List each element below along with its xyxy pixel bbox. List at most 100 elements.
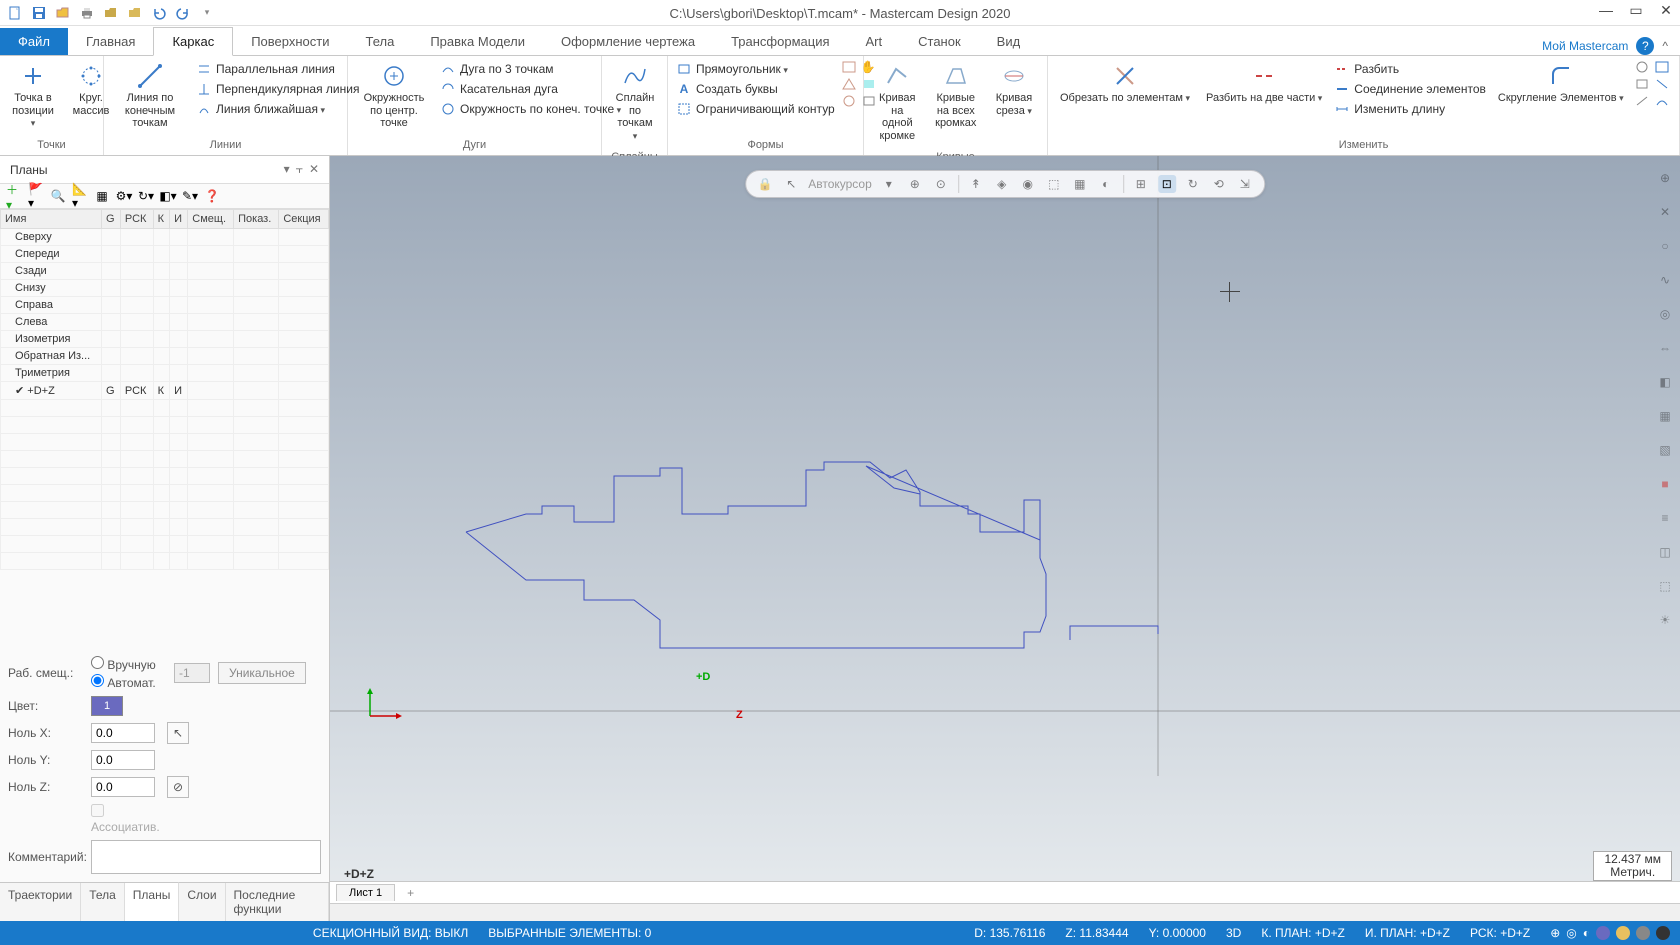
shape-opt3-icon[interactable] bbox=[841, 94, 857, 108]
maximize-button[interactable]: ▭ bbox=[1628, 2, 1644, 18]
color-swatch[interactable]: 1 bbox=[91, 696, 123, 716]
status-cplane[interactable]: К. ПЛАН: +D+Z bbox=[1261, 926, 1345, 940]
vs-i8-icon[interactable]: ▦ bbox=[1653, 404, 1677, 428]
vs-i1-icon[interactable]: ⊕ bbox=[1653, 166, 1677, 190]
tb-flag-icon[interactable]: 🚩▾ bbox=[28, 188, 44, 204]
vs-i13-icon[interactable]: ⬚ bbox=[1653, 574, 1677, 598]
curve-one-edge-button[interactable]: Кривая на одной кромке bbox=[870, 60, 925, 145]
table-row[interactable]: ✔ +D+ZGРСККИ bbox=[1, 382, 329, 400]
vs-i7-icon[interactable]: ◧ bbox=[1653, 370, 1677, 394]
col-header[interactable]: Секция bbox=[279, 210, 329, 229]
panel-close-icon[interactable]: ✕ bbox=[309, 162, 319, 177]
folder3-icon[interactable] bbox=[126, 4, 144, 22]
spline-button[interactable]: Сплайн по точкам bbox=[608, 60, 662, 145]
ft-i7-icon[interactable]: ▦ bbox=[1071, 175, 1089, 193]
st-color3-icon[interactable] bbox=[1636, 926, 1650, 940]
tab-solids[interactable]: Тела bbox=[347, 28, 412, 55]
viewport[interactable]: +D Z 🔒 ↖ Автокурсор ▾ ⊕ ⊙ ↟ ◈ ◉ ⬚ ▦ ◐ ⊞ … bbox=[330, 156, 1680, 921]
side-tab-levels[interactable]: Слои bbox=[179, 883, 225, 921]
tab-view[interactable]: Вид bbox=[979, 28, 1039, 55]
vs-i12-icon[interactable]: ◫ bbox=[1653, 540, 1677, 564]
tab-modelprep[interactable]: Правка Модели bbox=[412, 28, 543, 55]
panel-pin-icon[interactable]: ⫟ bbox=[296, 162, 303, 177]
ft-i8-icon[interactable]: ◐ bbox=[1097, 175, 1115, 193]
collapse-ribbon-icon[interactable]: ^ bbox=[1662, 39, 1668, 53]
ft-i2-icon[interactable]: ⊙ bbox=[932, 175, 950, 193]
tb-axis-icon[interactable]: 📐▾ bbox=[72, 188, 88, 204]
tab-home[interactable]: Главная bbox=[68, 28, 153, 55]
tb-add-icon[interactable]: ＋▾ bbox=[6, 188, 22, 204]
folder2-icon[interactable] bbox=[102, 4, 120, 22]
offset-input[interactable] bbox=[174, 663, 210, 683]
line-parallel-button[interactable]: Параллельная линия bbox=[194, 60, 361, 78]
trim-to-elements-button[interactable]: Обрезать по элементам bbox=[1054, 60, 1196, 107]
status-wcs[interactable]: РСК: +D+Z bbox=[1470, 926, 1530, 940]
table-row[interactable]: Справа bbox=[1, 297, 329, 314]
vs-i5-icon[interactable]: ◎ bbox=[1653, 302, 1677, 326]
tb-help-icon[interactable]: ❓ bbox=[204, 188, 220, 204]
status-section[interactable]: СЕКЦИОННЫЙ ВИД: ВЫКЛ bbox=[313, 926, 468, 940]
vs-i11-icon[interactable]: ≡ bbox=[1653, 506, 1677, 530]
line-endpoints-button[interactable]: Линия по конечным точкам bbox=[110, 60, 190, 132]
vs-i4-icon[interactable]: ∿ bbox=[1653, 268, 1677, 292]
vs-i10-icon[interactable]: ■ bbox=[1653, 472, 1677, 496]
mod-opt1-icon[interactable] bbox=[1634, 60, 1650, 74]
assoc-check[interactable]: Ассоциатив. bbox=[91, 804, 166, 834]
pick-icon[interactable]: ↖ bbox=[167, 722, 189, 744]
side-tab-solids[interactable]: Тела bbox=[81, 883, 125, 921]
status-3d[interactable]: 3D bbox=[1226, 926, 1241, 940]
vs-i3-icon[interactable]: ○ bbox=[1653, 234, 1677, 258]
line-perpendicular-button[interactable]: Перпендикулярная линия bbox=[194, 80, 361, 98]
tb-edit-icon[interactable]: ✎▾ bbox=[182, 188, 198, 204]
clear-icon[interactable]: ⊘ bbox=[167, 776, 189, 798]
close-button[interactable]: ✕ bbox=[1658, 2, 1674, 18]
st-i3-icon[interactable]: ◐ bbox=[1583, 926, 1590, 940]
curve-slice-button[interactable]: Кривая среза bbox=[987, 60, 1041, 119]
ft-lock-icon[interactable]: 🔒 bbox=[756, 175, 774, 193]
open-icon[interactable] bbox=[54, 4, 72, 22]
minimize-button[interactable]: — bbox=[1598, 2, 1614, 18]
ft-i9-icon[interactable]: ⊞ bbox=[1132, 175, 1150, 193]
autocursor-toolbar[interactable]: 🔒 ↖ Автокурсор ▾ ⊕ ⊙ ↟ ◈ ◉ ⬚ ▦ ◐ ⊞ ⊡ ↻ ⟲… bbox=[745, 170, 1265, 198]
vs-i2-icon[interactable]: ✕ bbox=[1653, 200, 1677, 224]
nullz-input[interactable] bbox=[91, 777, 155, 797]
shape-opt2-icon[interactable] bbox=[841, 77, 857, 91]
table-row[interactable]: Спереди bbox=[1, 246, 329, 263]
add-sheet-button[interactable]: + bbox=[401, 886, 420, 900]
unique-button[interactable]: Уникальное bbox=[218, 662, 306, 684]
ft-i1-icon[interactable]: ⊕ bbox=[906, 175, 924, 193]
col-header[interactable]: G bbox=[102, 210, 121, 229]
redo-icon[interactable] bbox=[174, 4, 192, 22]
mod-opt2-icon[interactable] bbox=[1634, 77, 1650, 91]
tab-art[interactable]: Art bbox=[848, 28, 901, 55]
curve-all-edges-button[interactable]: Кривые на всех кромках bbox=[929, 60, 983, 132]
ft-i11-icon[interactable]: ↻ bbox=[1184, 175, 1202, 193]
tab-file[interactable]: Файл bbox=[0, 28, 68, 55]
tab-surfaces[interactable]: Поверхности bbox=[233, 28, 347, 55]
mod-opt5-icon[interactable] bbox=[1654, 77, 1670, 91]
ft-i4-icon[interactable]: ◈ bbox=[993, 175, 1011, 193]
print-icon[interactable] bbox=[78, 4, 96, 22]
st-i1-icon[interactable]: ⊕ bbox=[1550, 926, 1560, 940]
st-color2-icon[interactable] bbox=[1616, 926, 1630, 940]
horizontal-scrollbar[interactable] bbox=[330, 903, 1680, 921]
manual-radio[interactable]: Вручную bbox=[91, 656, 166, 672]
vs-i14-icon[interactable]: ☀ bbox=[1653, 608, 1677, 632]
st-i2-icon[interactable]: ◎ bbox=[1566, 926, 1576, 940]
my-mastercam-link[interactable]: Мой Mastercam bbox=[1542, 39, 1628, 53]
arc-tangent-button[interactable]: Касательная дуга bbox=[438, 80, 623, 98]
table-row[interactable]: Сзади bbox=[1, 263, 329, 280]
circle-center-button[interactable]: Окружность по центр. точке bbox=[354, 60, 434, 132]
new-icon[interactable] bbox=[6, 4, 24, 22]
tab-drafting[interactable]: Оформление чертежа bbox=[543, 28, 713, 55]
st-color4-icon[interactable] bbox=[1656, 926, 1670, 940]
comment-input[interactable] bbox=[91, 840, 321, 874]
ft-i5-icon[interactable]: ◉ bbox=[1019, 175, 1037, 193]
nully-input[interactable] bbox=[91, 750, 155, 770]
table-row[interactable]: Изометрия bbox=[1, 331, 329, 348]
auto-radio[interactable]: Автомат. bbox=[91, 674, 166, 690]
ft-i10-icon[interactable]: ⊡ bbox=[1158, 175, 1176, 193]
col-header[interactable]: И bbox=[170, 210, 188, 229]
ft-cursor-icon[interactable]: ↖ bbox=[782, 175, 800, 193]
vs-i9-icon[interactable]: ▧ bbox=[1653, 438, 1677, 462]
